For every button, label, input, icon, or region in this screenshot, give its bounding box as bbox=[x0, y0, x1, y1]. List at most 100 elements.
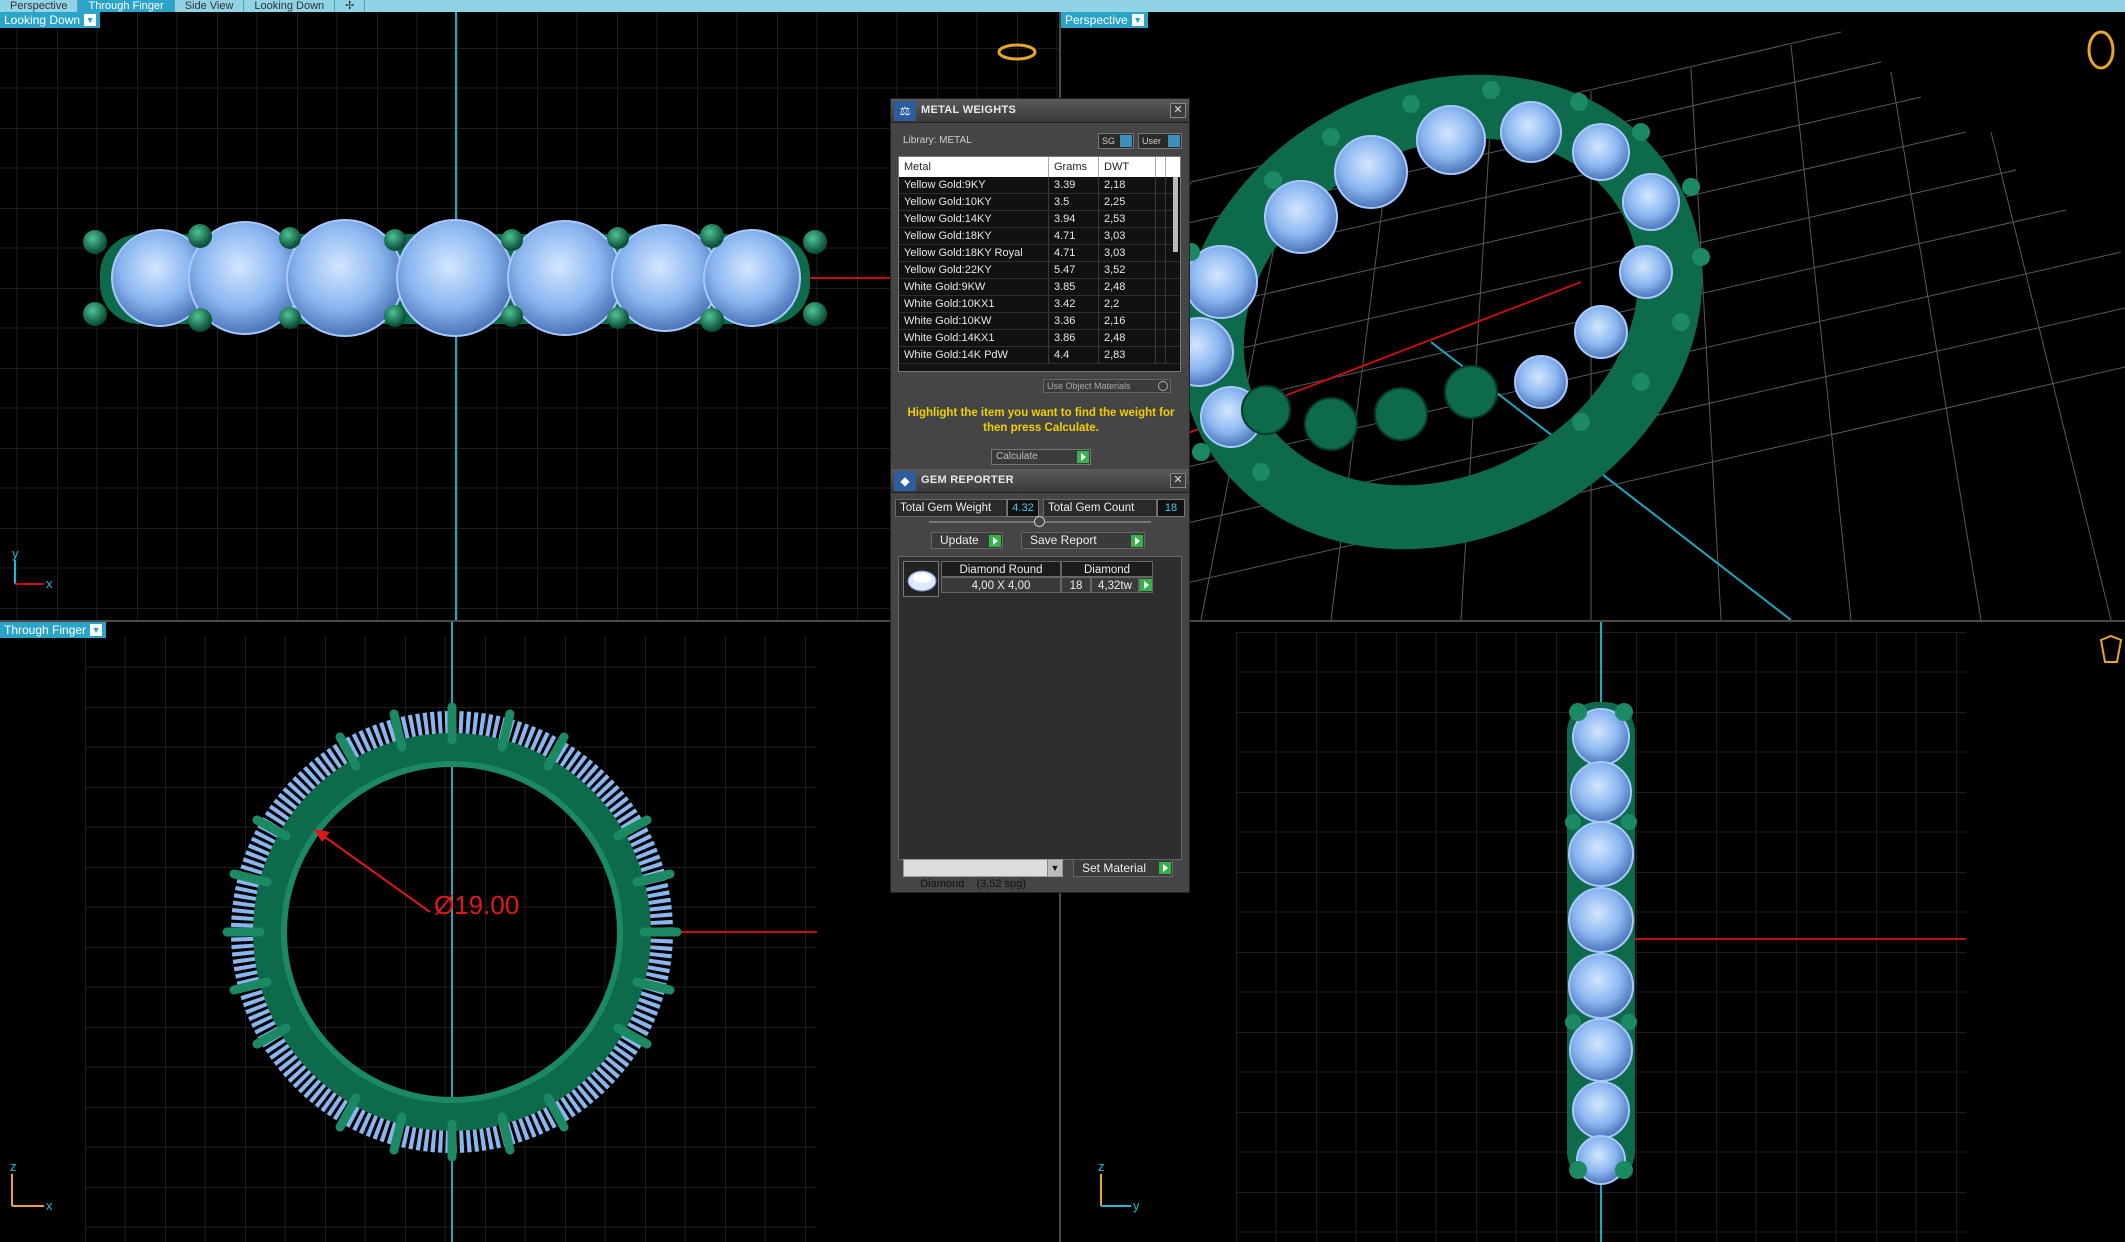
row-spacer bbox=[1156, 228, 1166, 244]
grams-cell: 3.86 bbox=[1049, 330, 1099, 346]
play-icon bbox=[1077, 451, 1089, 463]
grams-cell: 3.36 bbox=[1049, 313, 1099, 329]
table-row[interactable]: Yellow Gold:9KY 3.39 2,18 bbox=[899, 177, 1180, 194]
tab-through-finger[interactable]: Through Finger bbox=[78, 0, 175, 12]
row-spacer bbox=[1156, 245, 1166, 261]
metal-table-header: Metal Grams DWT bbox=[899, 157, 1180, 177]
viewport-label-perspective[interactable]: Perspective ▼ bbox=[1061, 12, 1148, 28]
table-row[interactable]: Yellow Gold:14KY 3.94 2,53 bbox=[899, 211, 1180, 228]
chevron-down-icon[interactable]: ▼ bbox=[1131, 14, 1144, 26]
grams-cell: 4.4 bbox=[1049, 347, 1099, 363]
row-spacer bbox=[1156, 279, 1166, 295]
table-row[interactable]: Yellow Gold:10KY 3.5 2,25 bbox=[899, 194, 1180, 211]
tab-side-view[interactable]: Side View bbox=[175, 0, 245, 12]
gem-reporter-title: GEM REPORTER bbox=[921, 474, 1014, 486]
ring-orientation-icon[interactable] bbox=[2099, 634, 2123, 663]
total-gem-count-label: Total Gem Count bbox=[1043, 499, 1157, 517]
gem-reporter-header[interactable]: ◆ GEM REPORTER ✕ bbox=[891, 469, 1189, 493]
table-row[interactable]: Yellow Gold:22KY 5.47 3,52 bbox=[899, 262, 1180, 279]
dwt-cell: 2,48 bbox=[1099, 330, 1156, 346]
list-item[interactable]: Diamond Round Diamond 4,00 X 4,00 18 4,3… bbox=[903, 561, 1163, 599]
chevron-down-icon[interactable]: ▼ bbox=[84, 14, 97, 26]
grams-cell: 3.42 bbox=[1049, 296, 1099, 312]
close-icon[interactable]: ✕ bbox=[1170, 103, 1186, 118]
chevron-down-icon[interactable]: ▼ bbox=[1047, 860, 1062, 876]
viewport-label-looking-down[interactable]: Looking Down ▼ bbox=[0, 12, 101, 28]
diameter-dimension: Ø19.00 bbox=[434, 890, 519, 920]
total-gem-count-value: 18 bbox=[1157, 499, 1185, 517]
dwt-cell: 2,83 bbox=[1099, 347, 1156, 363]
save-report-button[interactable]: Save Report bbox=[1021, 532, 1145, 549]
table-row[interactable]: White Gold:14KX1 3.86 2,48 bbox=[899, 330, 1180, 347]
play-icon bbox=[1159, 862, 1171, 874]
diamond-icon bbox=[903, 561, 939, 597]
play-icon bbox=[989, 535, 1001, 547]
grams-cell: 3.39 bbox=[1049, 177, 1099, 193]
chevron-down-icon[interactable]: ▼ bbox=[90, 624, 103, 636]
col-metal[interactable]: Metal bbox=[899, 157, 1049, 177]
gem-reporter-section: ◆ GEM REPORTER ✕ Total Gem Weight 4.32 T… bbox=[891, 469, 1189, 860]
gem-row bbox=[111, 219, 801, 337]
row-spacer bbox=[1156, 313, 1166, 329]
grams-cell: 3.94 bbox=[1049, 211, 1099, 227]
axis-y-label: y bbox=[1133, 1198, 1140, 1213]
add-tab-icon[interactable]: ✢ bbox=[335, 0, 366, 12]
dwt-cell: 2,53 bbox=[1099, 211, 1156, 227]
table-row[interactable]: White Gold:10KW 3.36 2,16 bbox=[899, 313, 1180, 330]
dwt-cell: 2,2 bbox=[1099, 296, 1156, 312]
total-gem-weight-label: Total Gem Weight bbox=[895, 499, 1007, 517]
metal-name-cell: Yellow Gold:22KY bbox=[899, 262, 1049, 278]
metal-table-scrollbar[interactable] bbox=[1173, 177, 1178, 252]
row-spacer bbox=[1156, 194, 1166, 210]
use-object-materials-toggle[interactable]: Use Object Materials bbox=[1043, 379, 1171, 393]
table-row[interactable]: Yellow Gold:18KY 4.71 3,03 bbox=[899, 228, 1180, 245]
axis-z-label: z bbox=[1098, 1159, 1105, 1174]
metal-name-cell: White Gold:14K PdW bbox=[899, 347, 1049, 363]
gem-carats: 4,32tw bbox=[1091, 577, 1139, 593]
calculate-button[interactable]: Calculate bbox=[991, 449, 1091, 465]
update-button[interactable]: Update bbox=[931, 532, 1003, 549]
metal-name-cell: White Gold:14KX1 bbox=[899, 330, 1049, 346]
table-row[interactable]: White Gold:9KW 3.85 2,48 bbox=[899, 279, 1180, 296]
col-dwt[interactable]: DWT bbox=[1099, 157, 1156, 177]
axis-y-label: y bbox=[12, 546, 19, 561]
play-icon bbox=[1140, 579, 1152, 591]
ring-orientation-icon[interactable] bbox=[2087, 30, 2115, 70]
row-spacer bbox=[1156, 262, 1166, 278]
viewport-side-view[interactable]: z y bbox=[1061, 622, 2125, 1242]
row-spacer bbox=[1156, 296, 1166, 312]
user-toggle[interactable]: User bbox=[1138, 133, 1182, 149]
metal-weights-header[interactable]: ⚖ METAL WEIGHTS ✕ bbox=[891, 99, 1189, 123]
metal-name-cell: Yellow Gold:9KY bbox=[899, 177, 1049, 193]
dwt-cell: 3,03 bbox=[1099, 245, 1156, 261]
gem-count: 18 bbox=[1061, 577, 1091, 593]
library-label: Library: METAL bbox=[903, 135, 972, 146]
viewport-perspective[interactable]: Perspective ▼ bbox=[1061, 12, 2125, 620]
close-icon[interactable]: ✕ bbox=[1170, 473, 1186, 488]
slider-knob[interactable] bbox=[1034, 516, 1045, 527]
row-spacer bbox=[1156, 211, 1166, 227]
material-select[interactable]: Diamond (3,52 spg) ▼ bbox=[903, 859, 1063, 890]
dwt-cell: 2,48 bbox=[1099, 279, 1156, 295]
metal-name-cell: White Gold:9KW bbox=[899, 279, 1049, 295]
table-row[interactable]: Yellow Gold:18KY Royal 4.71 3,03 bbox=[899, 245, 1180, 262]
table-row[interactable]: White Gold:10KX1 3.42 2,2 bbox=[899, 296, 1180, 313]
dwt-cell: 2,16 bbox=[1099, 313, 1156, 329]
gem-detail-button[interactable] bbox=[1139, 577, 1153, 593]
metal-name-cell: White Gold:10KX1 bbox=[899, 296, 1049, 312]
gem-shape: Diamond Round bbox=[941, 561, 1061, 577]
viewport-label-through-finger[interactable]: Through Finger ▼ bbox=[0, 622, 107, 638]
tab-looking-down[interactable]: Looking Down bbox=[244, 0, 336, 12]
perspective-canvas bbox=[1061, 30, 2125, 620]
gem-report-slider[interactable] bbox=[929, 516, 1151, 527]
grams-cell: 3.85 bbox=[1049, 279, 1099, 295]
col-grams[interactable]: Grams bbox=[1049, 157, 1099, 177]
metal-table[interactable]: Metal Grams DWT Yellow Gold:9KY 3.39 2,18 Y… bbox=[898, 156, 1181, 372]
set-material-button[interactable]: Set Material bbox=[1073, 859, 1173, 877]
tab-perspective[interactable]: Perspective bbox=[0, 0, 79, 12]
sg-toggle[interactable]: SG bbox=[1098, 133, 1134, 149]
row-spacer bbox=[1156, 330, 1166, 346]
gem-list[interactable]: Diamond Round Diamond 4,00 X 4,00 18 4,3… bbox=[898, 556, 1182, 860]
table-row[interactable]: White Gold:14K PdW 4.4 2,83 bbox=[899, 347, 1180, 364]
gem-reporter-icon: ◆ bbox=[894, 471, 916, 491]
